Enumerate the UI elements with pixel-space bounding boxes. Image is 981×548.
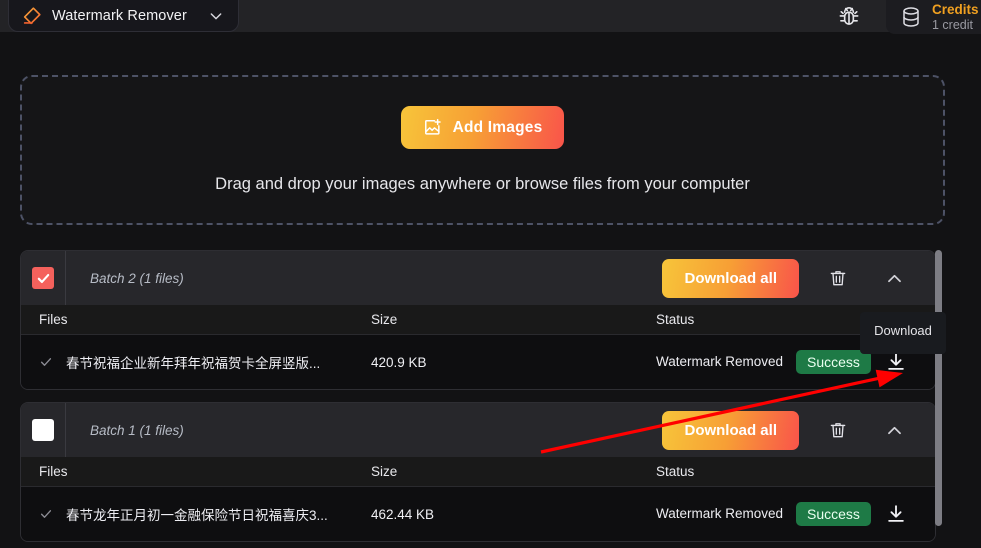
file-name-cell: 春节祝福企业新年拜年祝福贺卡全屏竖版... bbox=[21, 352, 371, 372]
download-all-button[interactable]: Download all bbox=[662, 411, 799, 450]
chevron-down-icon[interactable] bbox=[208, 8, 224, 24]
check-icon bbox=[39, 507, 53, 521]
trash-icon[interactable] bbox=[821, 261, 855, 295]
column-header-files: Files bbox=[21, 312, 371, 327]
file-status-text: Watermark Removed bbox=[656, 506, 796, 523]
file-status-cell: Watermark Removed Success bbox=[656, 502, 935, 526]
file-rows: 春节祝福企业新年拜年祝福贺卡全屏竖版... 420.9 KB Watermark… bbox=[21, 335, 935, 389]
chevron-up-icon[interactable] bbox=[877, 413, 911, 447]
table-header: Files Size Status bbox=[21, 305, 935, 335]
vertical-scrollbar[interactable] bbox=[935, 250, 942, 526]
credits-panel[interactable]: Credits 1 credit bbox=[886, 0, 981, 34]
add-images-button[interactable]: Add Images bbox=[401, 106, 565, 149]
batch-header: Batch 2 (1 files) Download all bbox=[21, 251, 935, 305]
column-header-status: Status bbox=[656, 464, 935, 479]
batch-header: Batch 1 (1 files) Download all bbox=[21, 403, 935, 457]
column-header-files: Files bbox=[21, 464, 371, 479]
add-images-label: Add Images bbox=[453, 119, 543, 137]
check-icon bbox=[39, 355, 53, 369]
status-badge: Success bbox=[796, 350, 871, 374]
column-header-size: Size bbox=[371, 312, 656, 327]
app-tab-label: Watermark Remover bbox=[52, 8, 187, 24]
bug-icon[interactable] bbox=[836, 4, 862, 30]
file-size: 420.9 KB bbox=[371, 355, 656, 370]
file-status-text: Watermark Removed bbox=[656, 354, 796, 371]
batch-list: Batch 2 (1 files) Download all Files Siz… bbox=[20, 250, 940, 548]
table-row: 春节龙年正月初一金融保险节日祝福喜庆3... 462.44 KB Waterma… bbox=[21, 487, 935, 541]
batch-select-checkbox[interactable] bbox=[32, 267, 54, 289]
drop-zone[interactable]: Add Images Drag and drop your images any… bbox=[20, 75, 945, 225]
batch-title: Batch 1 (1 files) bbox=[66, 423, 662, 438]
download-tooltip: Download bbox=[860, 312, 946, 354]
file-size: 462.44 KB bbox=[371, 507, 656, 522]
file-rows: 春节龙年正月初一金融保险节日祝福喜庆3... 462.44 KB Waterma… bbox=[21, 487, 935, 541]
batch-checkbox-cell bbox=[21, 251, 66, 305]
credits-title: Credits bbox=[932, 2, 979, 18]
app-root: Watermark Remover bbox=[0, 0, 981, 548]
drop-zone-hint: Drag and drop your images anywhere or br… bbox=[215, 175, 750, 194]
add-image-icon bbox=[423, 118, 442, 137]
chevron-up-icon[interactable] bbox=[877, 261, 911, 295]
top-bar: Watermark Remover bbox=[0, 0, 981, 32]
download-all-button[interactable]: Download all bbox=[662, 259, 799, 298]
table-header: Files Size Status bbox=[21, 457, 935, 487]
column-header-size: Size bbox=[371, 464, 656, 479]
download-icon[interactable] bbox=[885, 351, 907, 373]
file-name-cell: 春节龙年正月初一金融保险节日祝福喜庆3... bbox=[21, 504, 371, 524]
file-name: 春节祝福企业新年拜年祝福贺卡全屏竖版... bbox=[66, 352, 320, 372]
credits-count: 1 credit bbox=[932, 18, 979, 32]
batch-select-checkbox[interactable] bbox=[32, 419, 54, 441]
download-icon[interactable] bbox=[885, 503, 907, 525]
status-badge: Success bbox=[796, 502, 871, 526]
file-name: 春节龙年正月初一金融保险节日祝福喜庆3... bbox=[66, 504, 328, 524]
app-tab-watermark-remover[interactable]: Watermark Remover bbox=[8, 0, 239, 32]
batch-card-1: Batch 2 (1 files) Download all Files Siz… bbox=[20, 250, 936, 390]
trash-icon[interactable] bbox=[821, 413, 855, 447]
table-row: 春节祝福企业新年拜年祝福贺卡全屏竖版... 420.9 KB Watermark… bbox=[21, 335, 935, 389]
batch-card-2: Batch 1 (1 files) Download all Files Siz… bbox=[20, 402, 936, 542]
eraser-icon bbox=[21, 5, 43, 27]
batch-title: Batch 2 (1 files) bbox=[66, 271, 662, 286]
database-icon bbox=[899, 5, 923, 29]
batch-checkbox-cell bbox=[21, 403, 66, 457]
